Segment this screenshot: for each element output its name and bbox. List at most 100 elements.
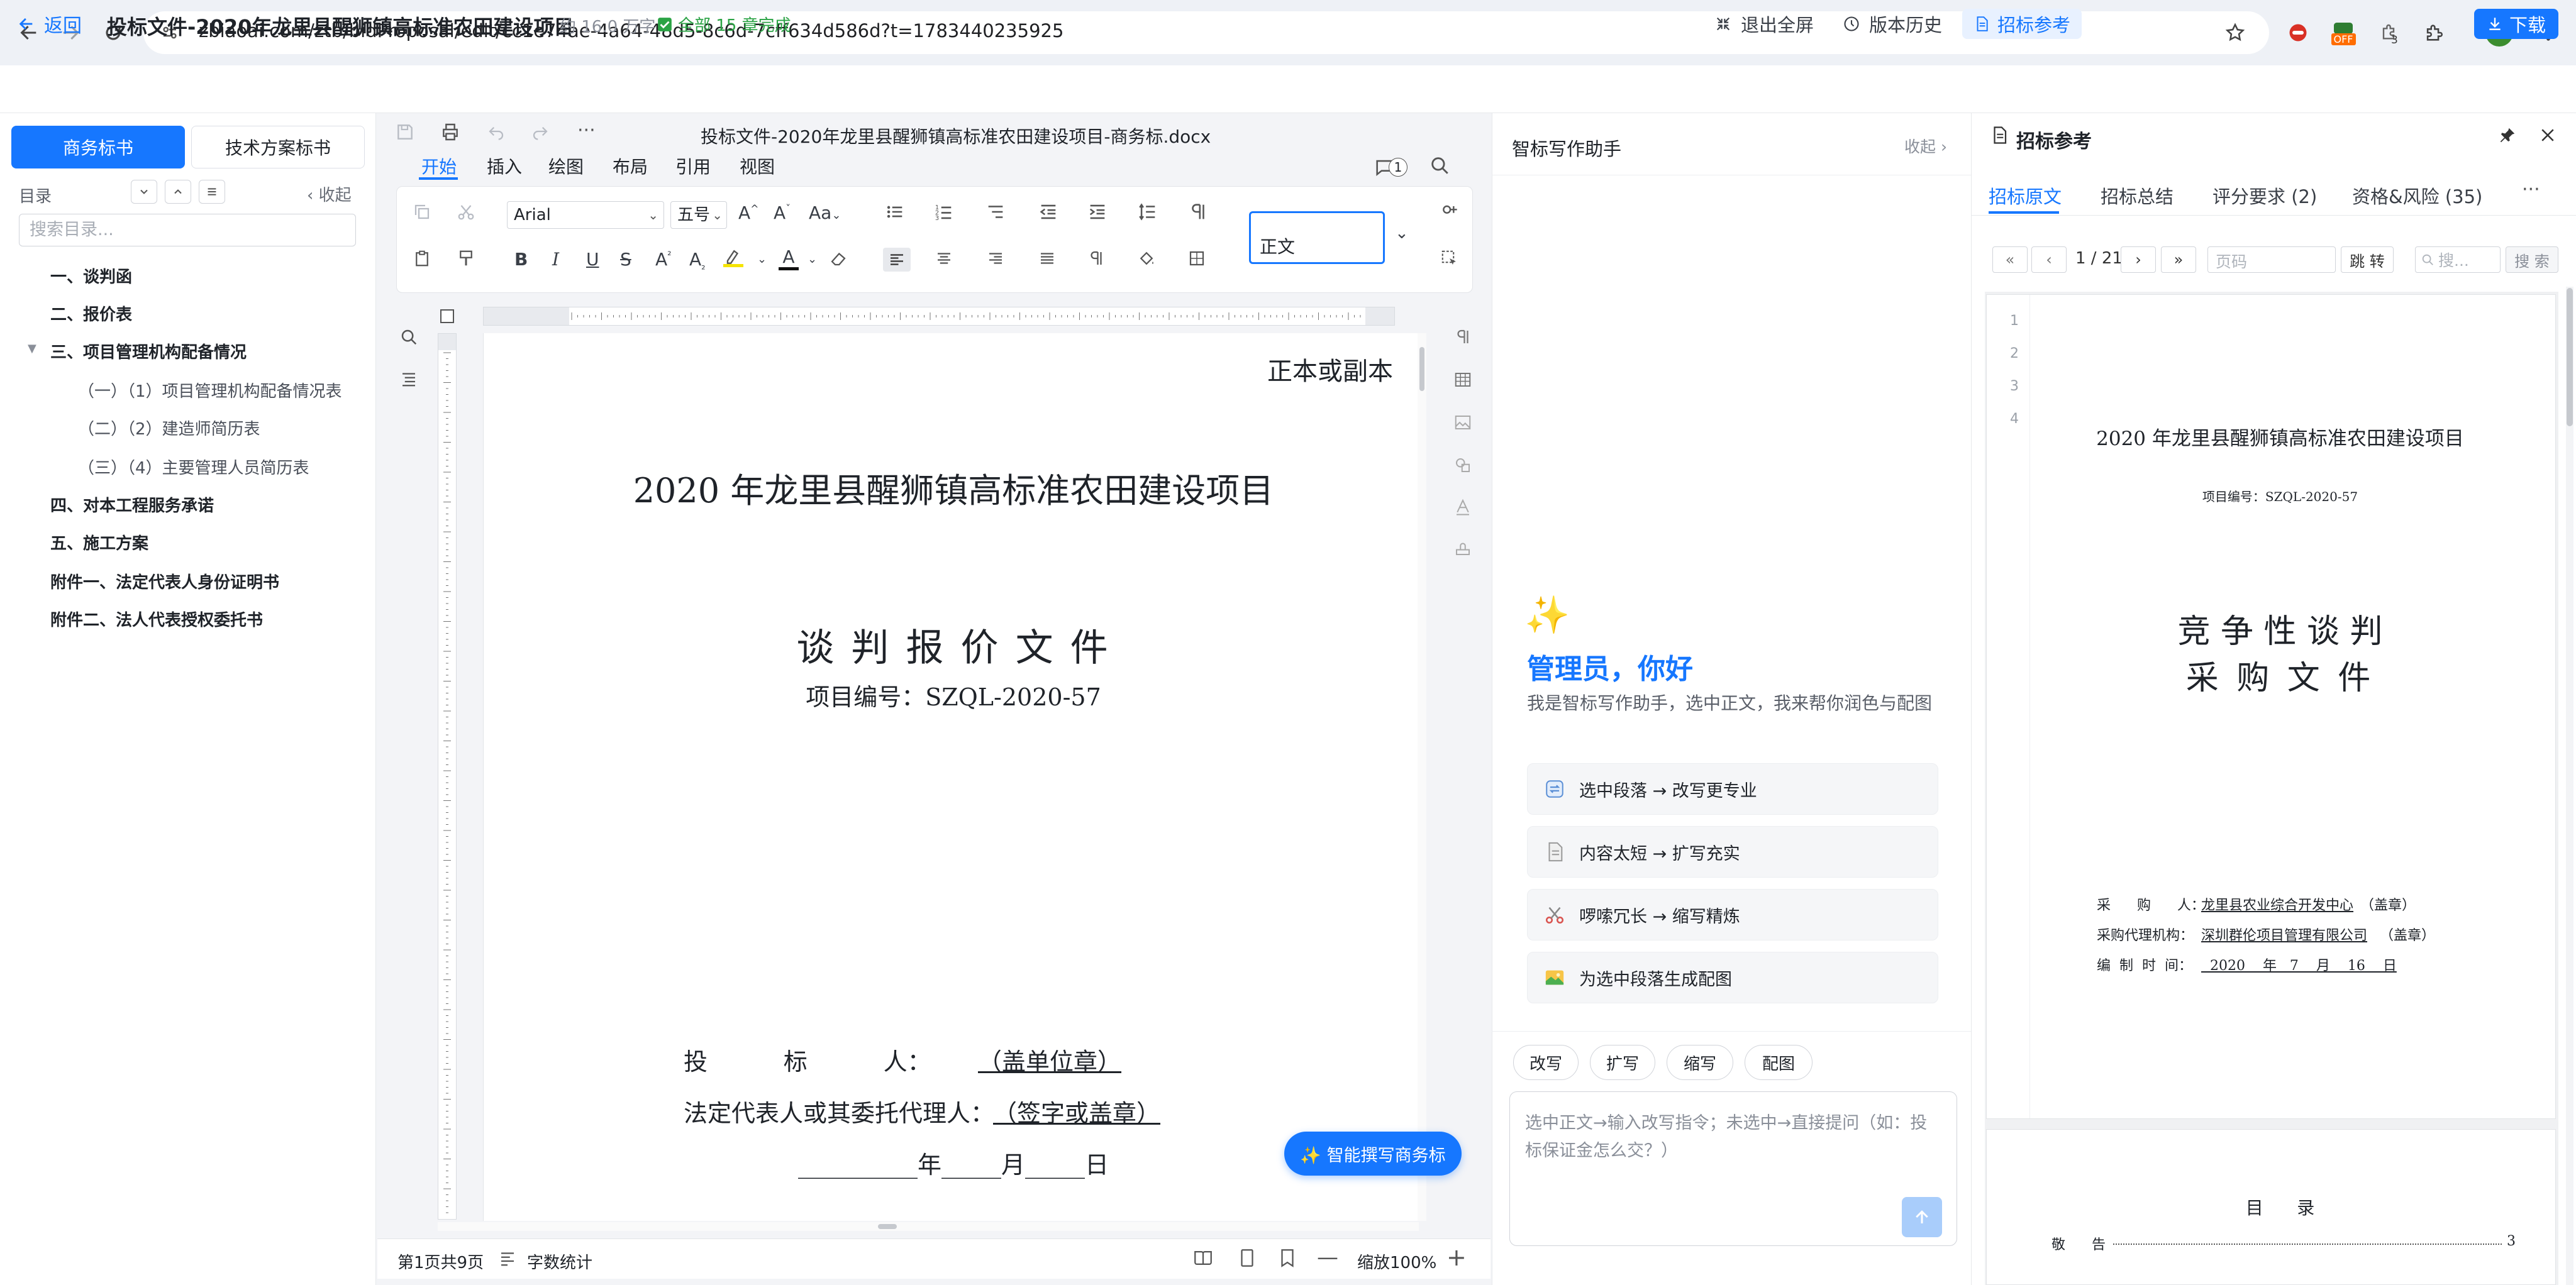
outline-icon[interactable] xyxy=(396,366,421,391)
cut-icon[interactable] xyxy=(457,202,475,221)
toc-item[interactable]: 五、施工方案 xyxy=(50,531,148,554)
print-icon[interactable] xyxy=(440,122,460,142)
vertical-ruler[interactable] xyxy=(438,333,457,1220)
tab-scoring[interactable]: 评分要求 (2) xyxy=(2212,182,2317,209)
bid-reference-button[interactable]: 招标参考 xyxy=(1962,9,2082,39)
pdf-search-button[interactable]: 搜 索 xyxy=(2506,246,2558,273)
toc-item[interactable]: 一、谈判函 xyxy=(50,264,132,287)
toc-item[interactable]: 三、项目管理机构配备情况 xyxy=(50,339,247,363)
web-view-icon[interactable] xyxy=(1277,1247,1298,1269)
bookmark-star-icon[interactable] xyxy=(2221,19,2249,47)
bullet-list-icon[interactable] xyxy=(884,201,906,223)
page-number-input[interactable]: 页码 xyxy=(2207,246,2336,273)
format-painter-icon[interactable] xyxy=(1440,201,1460,221)
send-button[interactable] xyxy=(1902,1197,1942,1237)
zoom-out-button[interactable]: — xyxy=(1317,1245,1338,1270)
version-history-button[interactable]: 版本历史 xyxy=(1843,9,1942,39)
suggestion-expand[interactable]: 内容太短 → 扩写充实 xyxy=(1527,826,1938,878)
download-button[interactable]: 下载 xyxy=(2474,9,2558,39)
toc-item[interactable]: （三）（4）主要管理人员简历表 xyxy=(78,455,309,478)
toc-search-input[interactable]: 搜索目录... xyxy=(19,214,356,246)
chevron-down-icon[interactable]: ⌄ xyxy=(1395,224,1409,243)
comments-button[interactable]: 1 xyxy=(1374,155,1407,180)
tab-technical-bid[interactable]: 技术方案标书 xyxy=(191,126,365,168)
assistant-prompt-input[interactable]: 选中正文→输入改写指令；未选中→直接提问（如：投标保证金怎么交？） xyxy=(1509,1091,1957,1246)
justify-icon[interactable] xyxy=(1038,249,1057,268)
menu-tab-reference[interactable]: 引用 xyxy=(675,153,711,179)
document-page[interactable]: 正本或副本 2020 年龙里县醒狮镇高标准农田建设项目 谈 判 报 价 文 件 … xyxy=(483,333,1423,1221)
menu-tab-start[interactable]: 开始 xyxy=(421,153,457,179)
chevron-down-icon[interactable] xyxy=(131,180,157,204)
change-case-icon[interactable]: Aa⌄ xyxy=(809,202,841,223)
eraser-icon[interactable] xyxy=(829,249,848,268)
align-left-icon[interactable] xyxy=(883,248,911,272)
chip-expand[interactable]: 扩写 xyxy=(1590,1045,1655,1080)
suggestion-rewrite[interactable]: 选中段落 → 改写更专业 xyxy=(1527,763,1938,815)
assistant-collapse-button[interactable]: 收起 › xyxy=(1904,135,1947,157)
menu-tab-insert[interactable]: 插入 xyxy=(487,153,522,179)
chip-condense[interactable]: 缩写 xyxy=(1667,1045,1733,1080)
table-icon[interactable] xyxy=(1450,367,1475,392)
fill-bucket-icon[interactable] xyxy=(1137,249,1156,268)
toc-item[interactable]: 附件二、法人代表授权委托书 xyxy=(50,607,263,631)
toc-item[interactable]: 附件一、法定代表人身份证明书 xyxy=(50,570,279,593)
decrease-font-icon[interactable]: Aˇ xyxy=(774,202,791,223)
font-color-icon[interactable]: A xyxy=(779,246,799,270)
underline-icon[interactable]: U xyxy=(586,249,599,270)
extension-puzzle-small-icon[interactable]: 3 xyxy=(2375,19,2402,47)
more-icon[interactable]: ··· xyxy=(577,119,596,141)
italic-icon[interactable]: I xyxy=(552,249,559,270)
zoom-level[interactable]: 缩放100% xyxy=(1357,1250,1436,1273)
increase-font-icon[interactable]: A^ xyxy=(738,202,759,223)
format-brush-icon[interactable] xyxy=(457,249,475,268)
first-page-button[interactable]: « xyxy=(1992,246,2028,273)
list-icon[interactable] xyxy=(199,180,225,204)
find-icon[interactable] xyxy=(396,324,421,350)
chevron-down-icon[interactable]: ⌄ xyxy=(808,253,817,266)
more-tabs-icon[interactable]: ··· xyxy=(2522,179,2540,201)
line-spacing-icon[interactable] xyxy=(1137,201,1158,223)
menu-tab-draw[interactable]: 绘图 xyxy=(548,153,584,179)
increase-indent-icon[interactable] xyxy=(1087,201,1108,223)
jump-button[interactable]: 跳 转 xyxy=(2341,246,2394,273)
chevron-up-icon[interactable] xyxy=(165,180,191,204)
copy-icon[interactable] xyxy=(413,202,431,221)
scroll-thumb[interactable] xyxy=(2567,288,2573,426)
prev-page-button[interactable]: ‹ xyxy=(2031,246,2067,273)
toc-item[interactable]: 四、对本工程服务承诺 xyxy=(50,493,214,516)
pilcrow-icon[interactable] xyxy=(1087,249,1106,268)
toc-item[interactable]: （二）（2）建造师简历表 xyxy=(78,416,260,439)
image-icon[interactable] xyxy=(1450,410,1475,435)
bold-icon[interactable]: B xyxy=(514,249,528,270)
tab-stop-icon[interactable] xyxy=(440,309,454,323)
search-icon[interactable] xyxy=(1429,155,1450,176)
tab-qualification-risk[interactable]: 资格&风险 (35) xyxy=(2352,182,2482,209)
superscript-icon[interactable]: A² xyxy=(655,249,672,270)
tab-summary[interactable]: 招标总结 xyxy=(2101,182,2174,209)
highlight-icon[interactable] xyxy=(723,248,743,267)
multilevel-list-icon[interactable] xyxy=(985,201,1006,223)
reference-scrollbar[interactable] xyxy=(2566,287,2573,1285)
tab-original-document[interactable]: 招标原文 xyxy=(1989,182,2062,209)
pilcrow-icon[interactable] xyxy=(1450,324,1475,350)
page-view-icon[interactable] xyxy=(1236,1247,1258,1269)
pdf-search-input[interactable]: 搜... xyxy=(2415,246,2501,273)
decrease-indent-icon[interactable] xyxy=(1038,201,1059,223)
undo-icon[interactable] xyxy=(487,122,506,141)
redo-icon[interactable] xyxy=(531,122,550,141)
paragraph-settings-icon[interactable] xyxy=(1187,201,1209,223)
menu-tab-layout[interactable]: 布局 xyxy=(613,153,648,179)
stamp-icon[interactable] xyxy=(1450,536,1475,561)
text-art-icon[interactable] xyxy=(1450,494,1475,519)
tab-business-bid[interactable]: 商务标书 xyxy=(11,126,185,168)
font-family-select[interactable]: Arial ⌄ xyxy=(507,201,664,229)
strikethrough-icon[interactable]: S xyxy=(620,249,631,270)
align-center-icon[interactable] xyxy=(935,249,953,268)
menu-tab-view[interactable]: 视图 xyxy=(740,153,775,179)
toc-collapse-button[interactable]: ‹ 收起 xyxy=(307,182,352,206)
align-right-icon[interactable] xyxy=(986,249,1005,268)
next-page-button[interactable]: › xyxy=(2121,246,2156,273)
page-horizontal-scrollbar[interactable] xyxy=(438,1222,1419,1231)
zoom-in-button[interactable]: + xyxy=(1446,1244,1467,1271)
suggestion-condense[interactable]: 啰嗦冗长 → 缩写精炼 xyxy=(1527,889,1938,940)
